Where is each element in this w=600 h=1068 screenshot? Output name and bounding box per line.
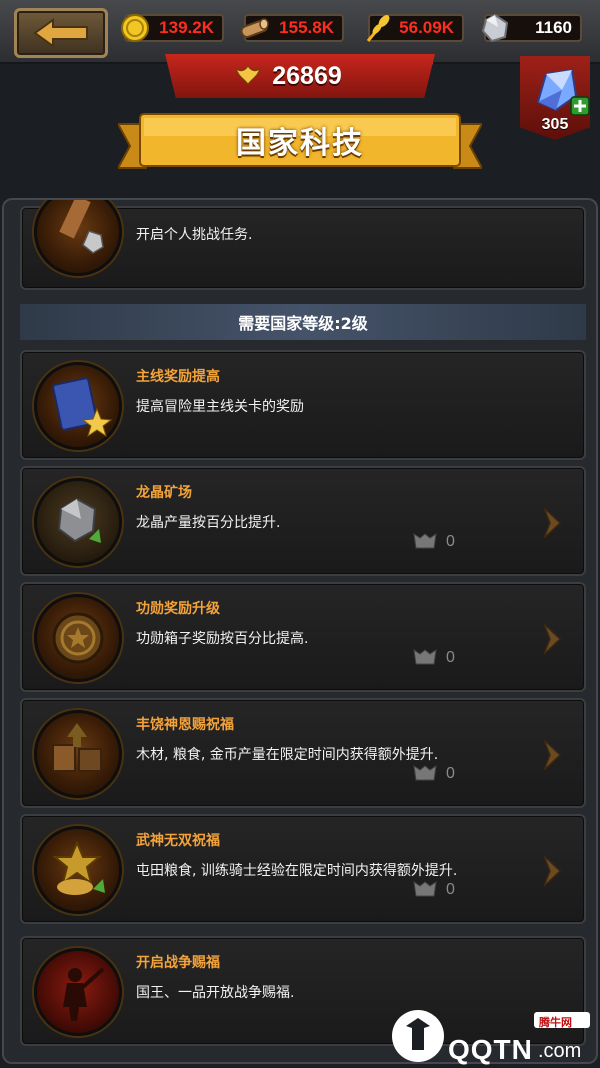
chevron-right-icon[interactable]: [542, 738, 562, 772]
tech-level: 0: [412, 648, 455, 668]
tech-level-value: 0: [446, 881, 455, 898]
diamond-resource: 1160: [481, 13, 582, 43]
score-ribbon: 26869: [165, 54, 435, 98]
watermark-small: 腾牛网: [539, 1016, 572, 1029]
tech-list-panel[interactable]: 开启个人挑战任务. 需要国家等级:2级 主线奖励提高 提高冒险里主线关卡的奖励 …: [2, 198, 598, 1064]
chevron-right-icon[interactable]: [542, 622, 562, 656]
tech-level: 0: [412, 764, 455, 784]
title-banner: 国家科技: [118, 112, 482, 172]
book-star-icon: [34, 362, 122, 450]
tech-desc: 屯田粮食, 训练骑士经验在限定时间内获得额外提升.: [136, 863, 458, 879]
tech-desc: 木材, 粮食, 金币产量在限定时间内获得额外提升.: [136, 747, 439, 763]
plus-icon[interactable]: [570, 96, 590, 116]
tech-level: 0: [412, 532, 455, 552]
tech-card-partial[interactable]: 开启个人挑战任务.: [20, 200, 586, 290]
war-blessing-icon: [34, 948, 122, 1036]
wood-log-icon: [240, 18, 269, 39]
helmet-level-icon: [413, 648, 437, 665]
tech-card[interactable]: 丰饶神恩赐祝福 木材, 粮食, 金币产量在限定时间内获得额外提升. 0: [20, 698, 586, 808]
arrow-left-icon: [33, 18, 88, 48]
wheat-icon: [366, 15, 390, 42]
gem-count: 305: [541, 116, 569, 133]
tech-desc: 国王、一品开放战争赐福.: [136, 985, 295, 1001]
tech-card[interactable]: 功勋奖励升级 功勋箱子奖励按百分比提高. 0: [20, 582, 586, 692]
tech-level: 0: [412, 880, 455, 900]
site-watermark: 腾牛网 QQTN .com: [388, 1006, 594, 1065]
section-header: 需要国家等级:2级: [20, 304, 586, 340]
watermark-brand: QQTN: [448, 1034, 533, 1065]
diamond-value: 1160: [535, 18, 572, 37]
tech-name: 主线奖励提高: [136, 369, 220, 385]
tech-desc: 提高冒险里主线关卡的奖励: [136, 399, 304, 415]
gold-value: 139.2K: [159, 18, 214, 37]
tech-card[interactable]: 武神无双祝福 屯田粮食, 训练骑士经验在限定时间内获得额外提升. 0: [20, 814, 586, 924]
wood-resource: 155.8K: [240, 14, 344, 42]
tech-level-value: 0: [446, 765, 455, 782]
chevron-right-icon[interactable]: [542, 506, 562, 540]
back-button[interactable]: [14, 8, 108, 58]
helmet-level-icon: [413, 880, 437, 897]
watermark-suffix: .com: [538, 1040, 582, 1062]
tech-desc: 开启个人挑战任务.: [136, 227, 253, 243]
tech-name: 武神无双祝福: [136, 833, 220, 849]
diamond-ore-icon: [481, 13, 509, 43]
tech-name: 龙晶矿场: [136, 485, 192, 501]
national-score: 26869: [272, 61, 342, 90]
helmet-level-icon: [413, 532, 437, 549]
merit-badge-icon: [34, 594, 122, 682]
food-resource: 56.09K: [366, 14, 464, 42]
eagle-emblem-icon: [235, 65, 261, 85]
tech-card[interactable]: 龙晶矿场 龙晶产量按百分比提升. 0: [20, 466, 586, 576]
harvest-blessing-icon: [34, 710, 122, 798]
tech-desc: 功勋箱子奖励按百分比提高.: [136, 631, 309, 647]
dragon-crystal-icon: [34, 478, 122, 566]
tech-card[interactable]: 主线奖励提高 提高冒险里主线关卡的奖励: [20, 350, 586, 460]
gold-resource: 139.2K: [121, 14, 224, 42]
tech-level-value: 0: [446, 533, 455, 550]
tech-level-value: 0: [446, 649, 455, 666]
chevron-right-icon[interactable]: [542, 854, 562, 888]
gold-coin-icon: [121, 14, 149, 42]
tech-name: 丰饶神恩赐祝福: [136, 717, 234, 733]
tech-name: 功勋奖励升级: [136, 601, 220, 617]
helmet-level-icon: [413, 764, 437, 781]
war-god-blessing-icon: [34, 826, 122, 914]
wood-value: 155.8K: [279, 18, 334, 37]
challenge-icon: [34, 200, 122, 276]
page-title: 国家科技: [236, 126, 364, 161]
food-value: 56.09K: [399, 18, 454, 37]
tech-desc: 龙晶产量按百分比提升.: [136, 515, 281, 531]
tech-name: 开启战争赐福: [136, 955, 220, 971]
